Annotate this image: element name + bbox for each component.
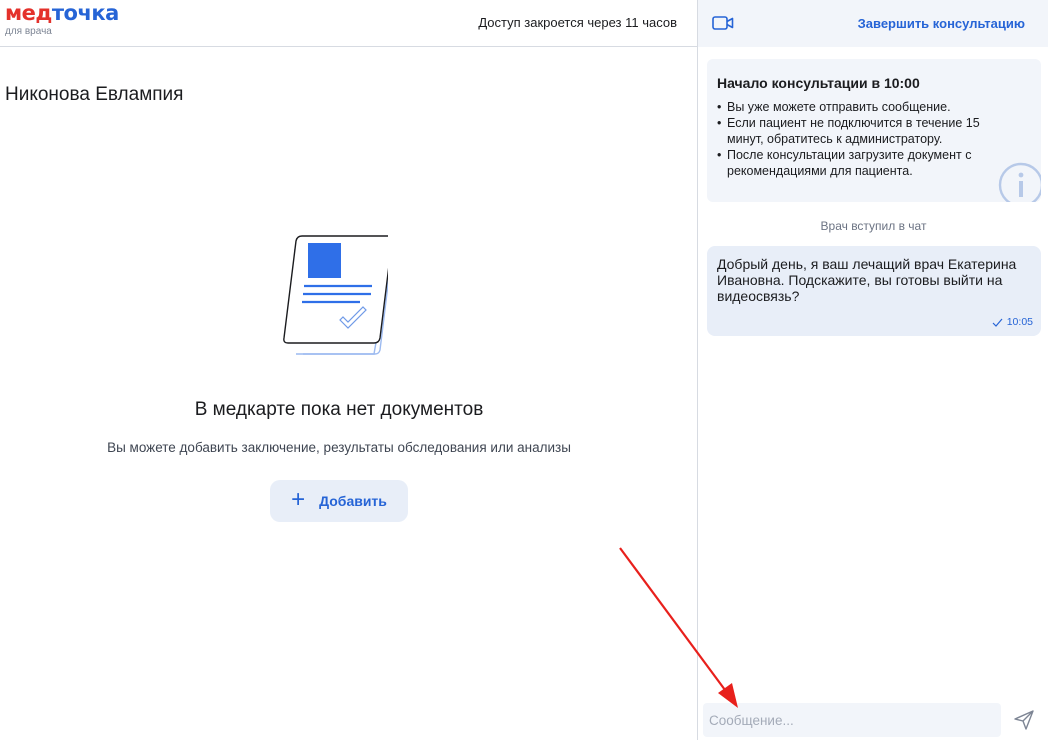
send-icon[interactable] (1013, 709, 1035, 731)
end-consultation-button[interactable]: Завершить консультацию (858, 16, 1025, 31)
consultation-notice: Начало консультации в 10:00 Вы уже может… (707, 59, 1041, 202)
check-icon (992, 318, 1003, 327)
message-input[interactable] (703, 703, 1001, 737)
logo-subtitle: для врача (5, 26, 52, 37)
add-button-label: Добавить (319, 493, 387, 509)
logo[interactable]: медточка (5, 2, 119, 24)
notice-item: После консультации загрузите документ с … (717, 147, 1017, 179)
chat-message: Добрый день, я ваш лечащий врач Екатерин… (707, 246, 1041, 336)
chat-panel: Завершить консультацию Начало консультац… (697, 0, 1048, 740)
video-camera-icon[interactable] (712, 14, 734, 32)
access-notice: Доступ закроется через 11 часов (478, 15, 677, 30)
top-bar: медточка для врача Доступ закроется чере… (0, 0, 697, 47)
notice-item: Вы уже можете отправить сообщение. (717, 99, 1017, 115)
document-icon (283, 235, 388, 355)
chat-header: Завершить консультацию (698, 0, 1048, 47)
empty-state-title: В медкарте пока нет документов (194, 399, 484, 420)
plus-icon: + (291, 486, 306, 513)
notice-item: Если пациент не подключится в течение 15… (717, 115, 1017, 147)
system-message: Врач вступил в чат (820, 219, 927, 233)
notice-title: Начало консультации в 10:00 (717, 75, 920, 91)
message-time: 10:05 (1006, 316, 1033, 328)
notice-list: Вы уже можете отправить сообщение. Если … (717, 99, 1031, 179)
info-icon (998, 162, 1041, 202)
medical-record-area: медточка для врача Доступ закроется чере… (0, 0, 697, 740)
empty-state-subtitle: Вы можете добавить заключение, результат… (107, 440, 571, 455)
message-text: Добрый день, я ваш лечащий врач Екатерин… (717, 256, 1017, 304)
patient-name: Никонова Евлампия (5, 84, 184, 105)
logo-text-blue: точка (51, 1, 119, 25)
logo-text-red: мед (5, 1, 52, 25)
add-document-button[interactable]: + Добавить (270, 480, 408, 522)
message-meta: 10:05 (992, 316, 1033, 328)
